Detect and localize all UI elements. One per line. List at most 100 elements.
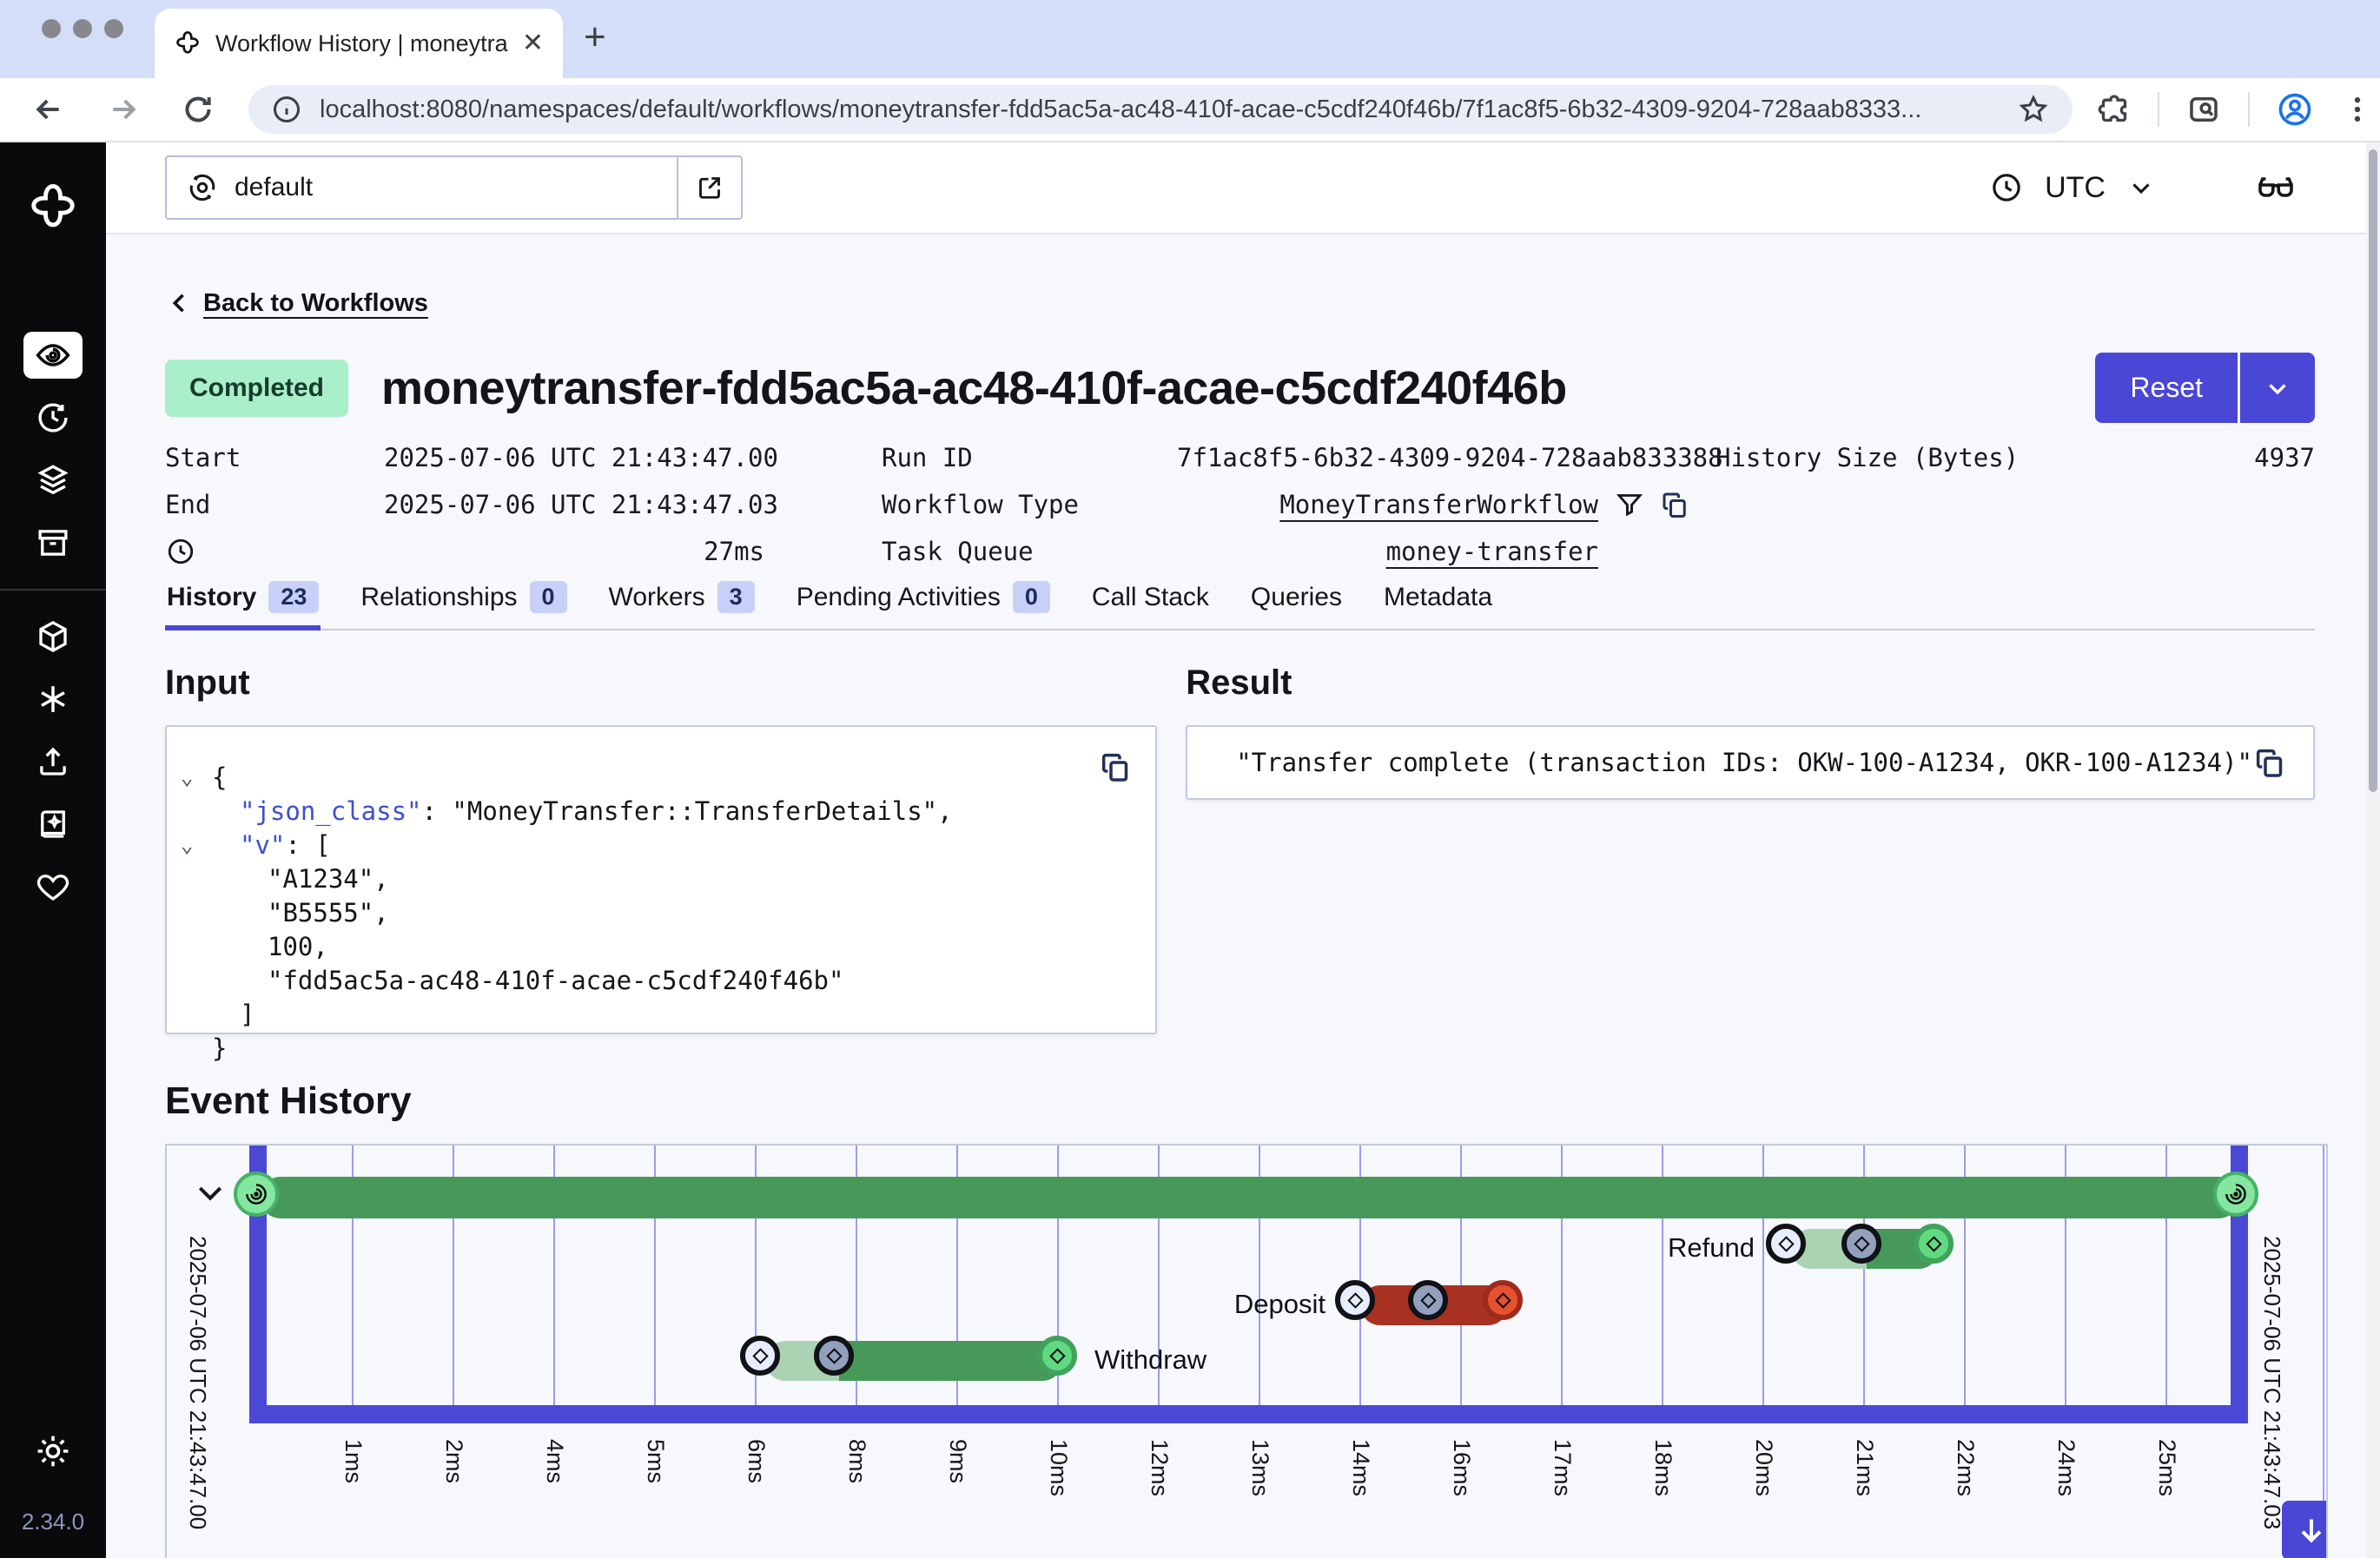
- history-size-value: 4937: [2019, 443, 2315, 472]
- axis-tick-label: 25ms: [2153, 1439, 2180, 1496]
- forward-icon[interactable]: [106, 92, 141, 127]
- sidebar-item-import[interactable]: [23, 738, 83, 785]
- site-info-icon[interactable]: [271, 94, 302, 125]
- reload-icon[interactable]: [181, 92, 215, 127]
- activity-label: Withdraw: [1094, 1344, 1207, 1376]
- tab-pending-activities[interactable]: Pending Activities0: [795, 581, 1052, 629]
- back-to-workflows-link[interactable]: Back to Workflows: [203, 289, 428, 318]
- sidebar-item-namespaces[interactable]: [23, 613, 83, 660]
- chevron-down-icon[interactable]: [2126, 173, 2156, 202]
- url-text[interactable]: localhost:8080/namespaces/default/workfl…: [320, 96, 2000, 124]
- sidebar-item-workflows[interactable]: [23, 332, 83, 379]
- event-history-timeline[interactable]: RefundDepositWithdraw1ms2ms4ms5ms6ms8ms9…: [165, 1144, 2328, 1558]
- end-value: 2025-07-06 UTC 21:43:47.03: [384, 490, 778, 519]
- sidebar-item-deployments[interactable]: [23, 457, 83, 504]
- sidebar-item-nexus[interactable]: [23, 676, 83, 723]
- sidebar-item-schedules[interactable]: [23, 394, 83, 441]
- reset-dropdown-button[interactable]: [2238, 353, 2315, 423]
- sidebar-item-batch-operations[interactable]: [23, 519, 83, 566]
- url-bar[interactable]: localhost:8080/namespaces/default/workfl…: [248, 85, 2073, 134]
- scroll-to-bottom-button[interactable]: [2282, 1501, 2328, 1558]
- timezone-selector[interactable]: UTC: [2045, 171, 2106, 205]
- temporal-logo-icon[interactable]: [26, 181, 80, 234]
- diamond-icon: [1926, 1236, 1941, 1251]
- workflow-execution-bar[interactable]: [260, 1177, 2239, 1218]
- schedules-clock-icon: [35, 399, 71, 436]
- collapse-chevron-icon[interactable]: ⌄: [181, 765, 212, 789]
- workflow-type-link[interactable]: MoneyTransferWorkflow: [1177, 490, 1598, 519]
- json-line: ⌄{: [181, 760, 1129, 794]
- workflow-page: Back to Workflows Completed moneytransfe…: [106, 288, 2380, 1558]
- event-marker-scheduled[interactable]: [1335, 1280, 1375, 1320]
- axis-tick-label: 4ms: [541, 1439, 568, 1483]
- bookmark-star-icon[interactable]: [2017, 93, 2050, 126]
- event-marker-scheduled[interactable]: [1766, 1224, 1806, 1264]
- reset-button[interactable]: Reset: [2095, 353, 2238, 423]
- namespace-open-button[interactable]: [677, 157, 741, 218]
- axis-tick-label: 14ms: [1347, 1439, 1374, 1496]
- workflow-start-event-icon[interactable]: [234, 1172, 279, 1217]
- tab-label: Workers: [609, 583, 705, 612]
- external-link-icon: [694, 172, 725, 203]
- feedback-heart-icon: [35, 868, 71, 905]
- collapse-timeline-chevron-icon[interactable]: [193, 1175, 228, 1210]
- event-marker-scheduled[interactable]: [740, 1336, 780, 1376]
- sidebar-item-docs[interactable]: [23, 801, 83, 848]
- labs-glasses-icon[interactable]: [2255, 167, 2297, 208]
- namespaces-cube-icon: [35, 618, 71, 655]
- json-line: "A1234",: [181, 862, 1129, 895]
- tab-workers[interactable]: Workers3: [607, 581, 757, 629]
- sidebar-item-feedback[interactable]: [23, 863, 83, 910]
- browser-menu-icon[interactable]: [2340, 92, 2375, 127]
- browser-tab[interactable]: Workflow History | moneytran ✕: [155, 9, 563, 78]
- tab-queries[interactable]: Queries: [1249, 581, 1344, 629]
- new-tab-button[interactable]: +: [584, 16, 606, 59]
- workflow-end-event-icon[interactable]: [2213, 1172, 2258, 1217]
- zoom-window-icon[interactable]: [104, 19, 123, 38]
- result-value: "Transfer complete (transaction IDs: OKW…: [1236, 748, 2252, 777]
- tab-search-icon[interactable]: [2185, 91, 2222, 128]
- workflows-eye-icon: [34, 336, 72, 374]
- tab-history[interactable]: History23: [165, 581, 321, 629]
- activity-bar-withdraw[interactable]: [839, 1341, 1062, 1381]
- copy-icon[interactable]: [2252, 745, 2287, 780]
- tab-metadata[interactable]: Metadata: [1382, 581, 1494, 629]
- event-marker-ok[interactable]: [1037, 1336, 1077, 1376]
- extensions-icon[interactable]: [2097, 92, 2132, 127]
- event-marker-started[interactable]: [814, 1336, 854, 1376]
- status-badge: Completed: [165, 360, 348, 417]
- timeline-axis-bar: [249, 1405, 2248, 1423]
- collapse-chevron-icon[interactable]: ⌄: [181, 833, 212, 857]
- scrollbar-thumb[interactable]: [2369, 149, 2377, 792]
- diamond-icon: [752, 1348, 768, 1363]
- event-marker-started[interactable]: [1408, 1280, 1448, 1320]
- end-label: End: [165, 490, 384, 519]
- theme-sun-icon[interactable]: [34, 1432, 72, 1470]
- minimize-window-icon[interactable]: [73, 19, 92, 38]
- filter-funnel-icon[interactable]: [1614, 489, 1645, 520]
- input-json-viewer[interactable]: ⌄{"json_class": "MoneyTransfer::Transfer…: [181, 760, 1129, 1065]
- namespace-select[interactable]: default: [165, 155, 743, 220]
- close-window-icon[interactable]: [42, 19, 61, 38]
- copy-icon[interactable]: [1098, 749, 1133, 784]
- back-icon[interactable]: [31, 92, 66, 127]
- event-marker-ok[interactable]: [1914, 1224, 1954, 1264]
- profile-icon[interactable]: [2276, 90, 2314, 129]
- axis-tick-label: 2ms: [440, 1439, 467, 1483]
- copy-icon[interactable]: [1659, 489, 1690, 520]
- diamond-icon: [1778, 1236, 1794, 1251]
- axis-tick-label: 6ms: [743, 1439, 770, 1483]
- page-scrollbar[interactable]: [2366, 142, 2380, 1558]
- favicon-temporal-icon: [174, 30, 202, 57]
- tab-relationships[interactable]: Relationships0: [359, 581, 568, 629]
- event-marker-started[interactable]: [1841, 1224, 1881, 1264]
- tab-count-badge: 0: [1013, 581, 1050, 613]
- event-history-heading: Event History: [165, 1079, 2315, 1123]
- app-sidebar: 2.34.0: [0, 142, 106, 1558]
- event-marker-fail[interactable]: [1483, 1280, 1523, 1320]
- json-line: }: [181, 1031, 1129, 1065]
- task-queue-link[interactable]: money-transfer: [1177, 537, 1598, 566]
- tab-call-stack[interactable]: Call Stack: [1090, 581, 1211, 629]
- tab-close-icon[interactable]: ✕: [522, 30, 544, 56]
- window-controls[interactable]: [42, 19, 123, 38]
